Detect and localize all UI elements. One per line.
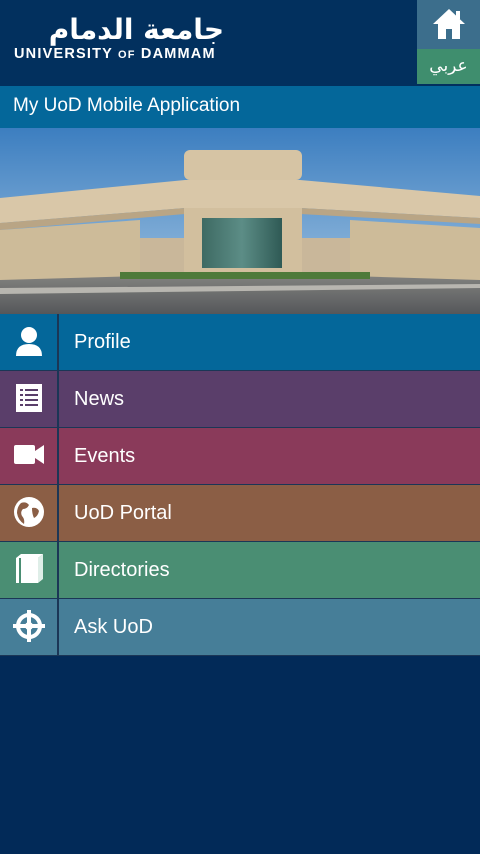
menu-item-news[interactable]: News <box>0 371 480 428</box>
news-list-icon <box>16 384 42 412</box>
campus-gate-photo <box>0 128 480 314</box>
main-menu: Profile News Events UoD Portal Directori… <box>0 314 480 656</box>
help-target-icon <box>13 610 45 642</box>
menu-item-ask-uod[interactable]: Ask UoD <box>0 599 480 656</box>
book-icon <box>16 554 43 583</box>
menu-label-uod-portal: UoD Portal <box>74 502 172 524</box>
menu-item-profile[interactable]: Profile <box>0 314 480 371</box>
menu-icon-cell <box>0 314 59 370</box>
menu-item-events[interactable]: Events <box>0 428 480 485</box>
logo-english-text: UNIVERSITY OF DAMMAM <box>14 45 226 64</box>
logo-english-university: UNIVERSITY <box>14 46 118 62</box>
video-camera-icon <box>14 445 44 464</box>
home-button[interactable] <box>417 0 480 49</box>
menu-label-events: Events <box>74 445 136 467</box>
menu-icon-cell <box>0 485 59 541</box>
menu-label-directories: Directories <box>74 559 170 581</box>
menu-icon-cell <box>0 599 59 655</box>
header: جامعة الدمام UNIVERSITY OF DAMMAM عربي <box>0 0 480 86</box>
home-icon <box>433 9 465 39</box>
logo-english-of: OF <box>117 49 136 61</box>
menu-item-directories[interactable]: Directories <box>0 542 480 599</box>
menu-item-uod-portal[interactable]: UoD Portal <box>0 485 480 542</box>
menu-icon-cell <box>0 371 59 427</box>
logo-english-dammam: DAMMAM <box>135 46 216 62</box>
menu-label-ask-uod: Ask UoD <box>74 616 153 638</box>
menu-label-news: News <box>74 388 125 410</box>
logo-arabic-text: جامعة الدمام <box>48 13 224 46</box>
language-toggle-button[interactable]: عربي <box>417 49 480 84</box>
app-title: My UoD Mobile Application <box>13 95 241 116</box>
app-title-bar: My UoD Mobile Application <box>0 86 480 128</box>
university-logo: جامعة الدمام UNIVERSITY OF DAMMAM <box>14 14 226 66</box>
menu-icon-cell <box>0 542 59 598</box>
menu-icon-cell <box>0 428 59 484</box>
menu-label-profile: Profile <box>74 331 131 353</box>
user-icon <box>16 327 42 356</box>
globe-icon <box>14 497 44 527</box>
